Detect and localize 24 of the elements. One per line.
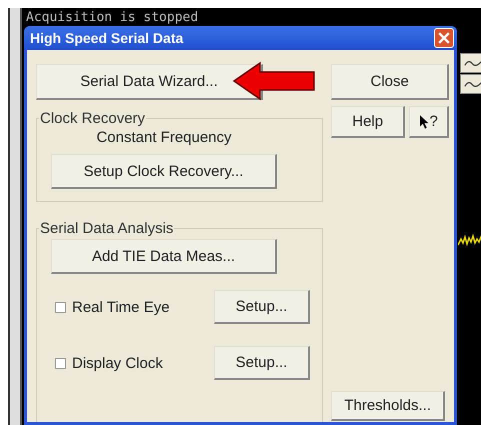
wizard-button[interactable]: Serial Data Wizard... (36, 64, 263, 100)
setup-button[interactable]: Setup... (214, 346, 310, 380)
thresholds-button[interactable]: Thresholds... (331, 391, 446, 421)
close-button[interactable]: Close (331, 64, 450, 100)
sine-icon (464, 58, 481, 68)
setup-button[interactable]: Setup... (214, 290, 310, 324)
cursor-icon (420, 114, 428, 128)
close-icon[interactable] (434, 28, 454, 48)
status-text: Acquisition is stopped (26, 10, 198, 25)
group-title: Clock Recovery (39, 110, 146, 127)
context-help-button[interactable]: ? (409, 106, 450, 138)
checkbox-label: Display Clock (72, 354, 164, 372)
window-title: High Speed Serial Data (30, 30, 184, 46)
setup-button[interactable]: Setup Clock Recovery... (51, 154, 277, 189)
wave-button[interactable] (460, 53, 481, 73)
mode-label: Constant Frequency (95, 129, 233, 146)
checkbox-label: Real Time Eye (72, 298, 171, 316)
checkbox[interactable] (55, 302, 66, 312)
group-title: Serial Data Analysis (39, 220, 174, 237)
sine-icon (464, 80, 481, 88)
add-button[interactable]: Add TIE Data Meas... (51, 239, 277, 274)
help-button[interactable]: Help (331, 106, 406, 138)
checkbox[interactable] (55, 358, 66, 368)
wave-button[interactable] (460, 74, 481, 94)
